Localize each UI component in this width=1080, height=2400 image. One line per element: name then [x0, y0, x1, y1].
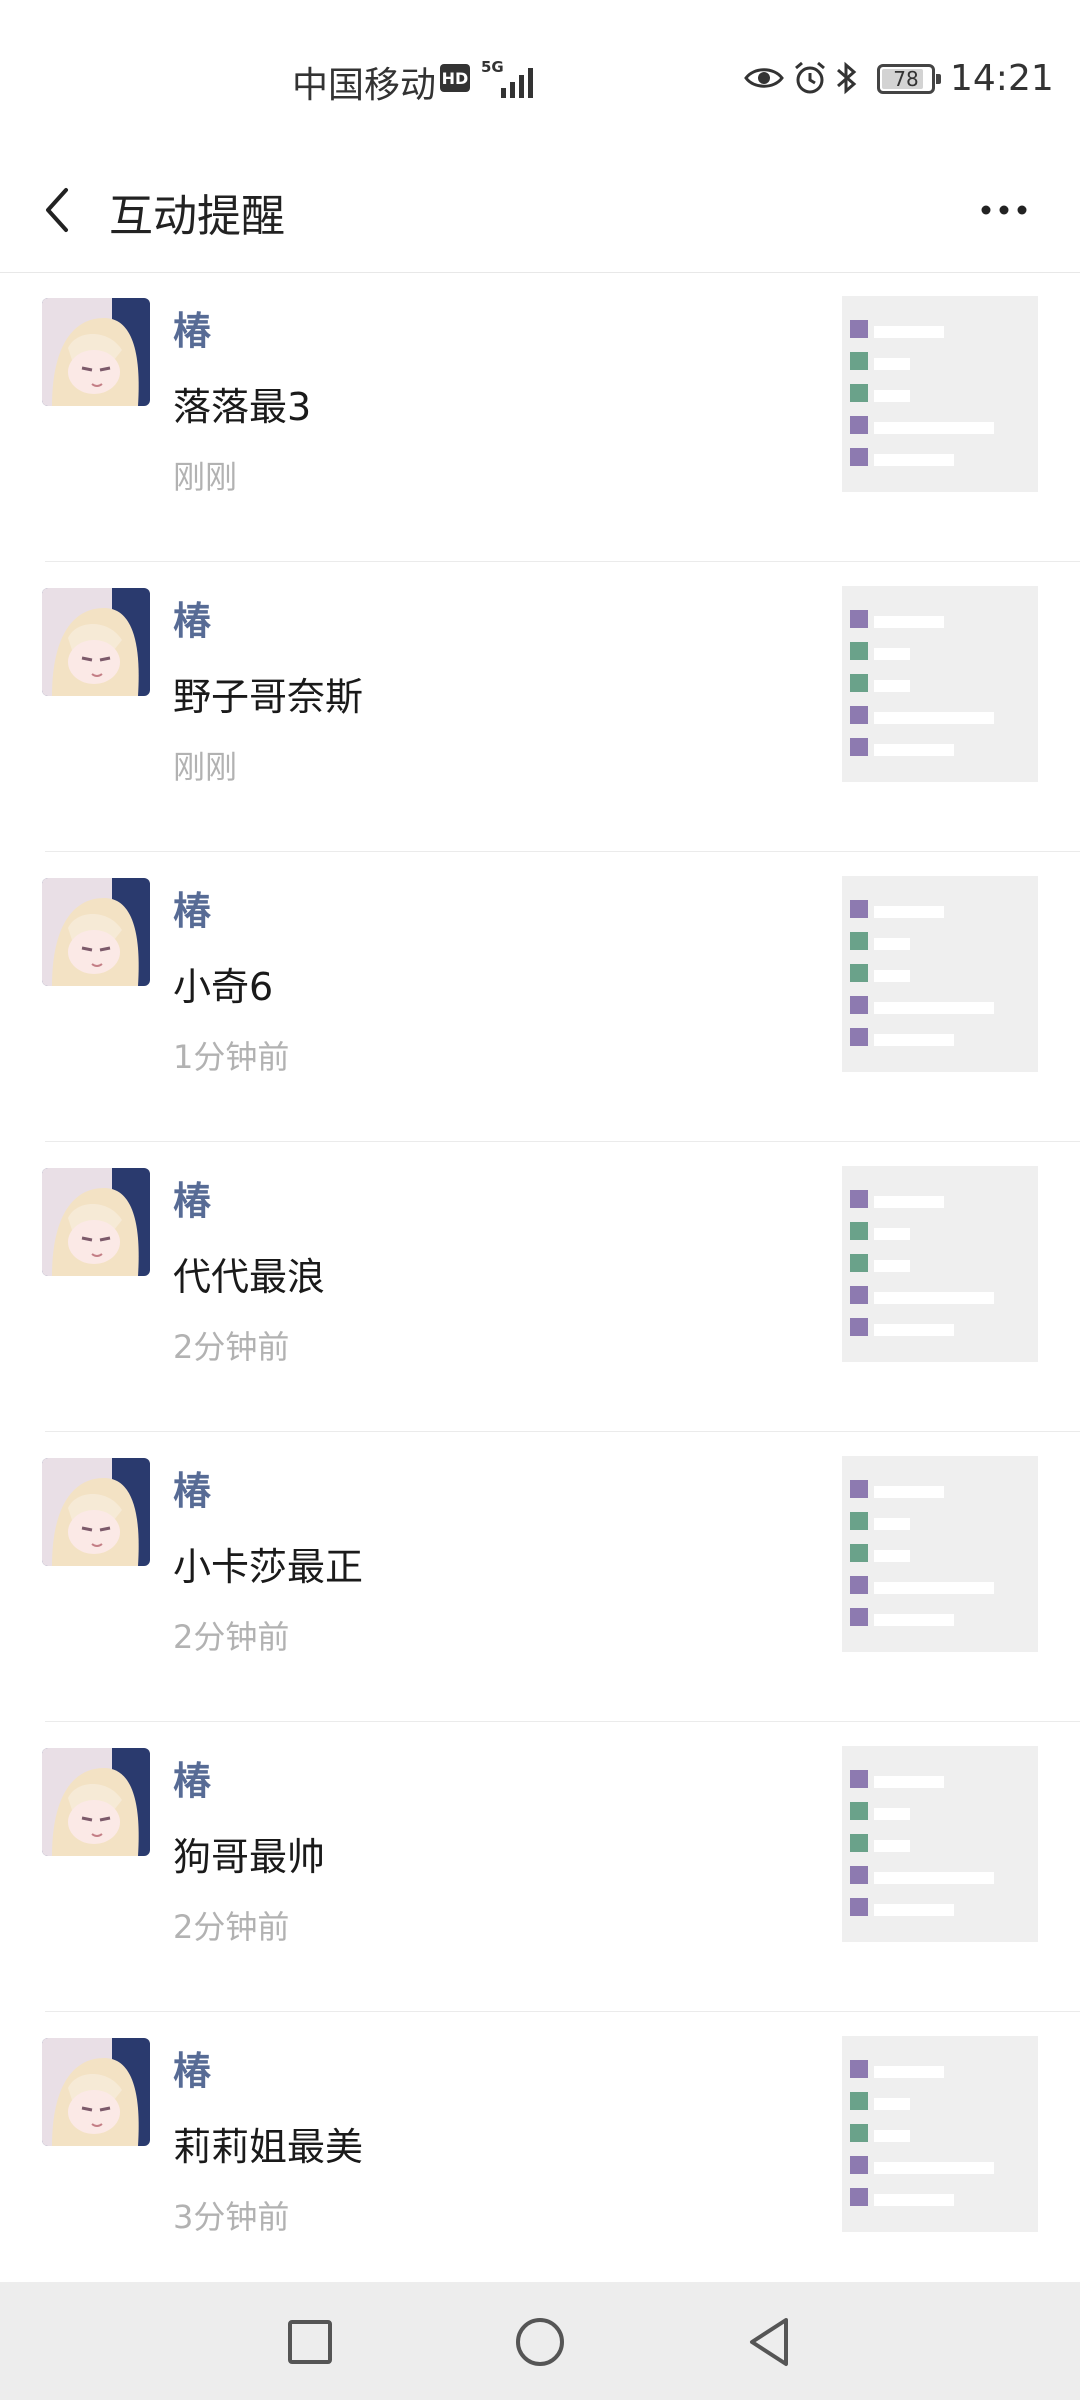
page-title: 互动提醒: [109, 191, 285, 242]
battery-icon: 78: [877, 64, 941, 94]
list-item[interactable]: 椿 落落最3 刚刚: [0, 272, 1080, 562]
square-icon[interactable]: [280, 2312, 340, 2372]
post-thumbnail[interactable]: [842, 1166, 1038, 1362]
timestamp: 刚刚: [173, 748, 238, 786]
timestamp: 3分钟前: [173, 2198, 290, 2236]
list-item[interactable]: 椿 野子哥奈斯 刚刚: [0, 562, 1080, 852]
comment-text: 小卡莎最正: [173, 1545, 364, 1589]
timestamp: 1分钟前: [173, 1038, 290, 1076]
comment-text: 莉莉姐最美: [173, 2125, 364, 2169]
timestamp: 2分钟前: [173, 1908, 290, 1946]
avatar[interactable]: [42, 1458, 150, 1566]
signal-icon: 5G: [481, 58, 539, 98]
list-item[interactable]: 椿 代代最浪 2分钟前: [0, 1142, 1080, 1432]
alarm-icon: [792, 56, 828, 100]
comment-text: 狗哥最帅: [173, 1835, 326, 1879]
user-name[interactable]: 椿: [173, 1460, 211, 1515]
user-name[interactable]: 椿: [173, 2040, 211, 2095]
triangle-back-icon[interactable]: [740, 2312, 800, 2372]
title-bar: 互动提醒: [0, 160, 1080, 273]
user-name[interactable]: 椿: [173, 1170, 211, 1225]
list-item[interactable]: 椿 小奇6 1分钟前: [0, 852, 1080, 1142]
post-thumbnail[interactable]: [842, 876, 1038, 1072]
timestamp: 2分钟前: [173, 1328, 290, 1366]
post-thumbnail[interactable]: [842, 1456, 1038, 1652]
avatar[interactable]: [42, 1168, 150, 1276]
post-thumbnail[interactable]: [842, 1746, 1038, 1942]
avatar[interactable]: [42, 878, 150, 986]
eye-icon: [744, 56, 784, 100]
bluetooth-icon: [834, 56, 860, 100]
post-thumbnail[interactable]: [842, 586, 1038, 782]
user-name[interactable]: 椿: [173, 590, 211, 645]
post-thumbnail[interactable]: [842, 2036, 1038, 2232]
circle-icon[interactable]: [510, 2312, 570, 2372]
post-thumbnail[interactable]: [842, 296, 1038, 492]
comment-text: 落落最3: [173, 385, 312, 429]
clock: 14:21: [950, 58, 1054, 99]
list-item[interactable]: 椿 狗哥最帅 2分钟前: [0, 1722, 1080, 2012]
timestamp: 刚刚: [173, 458, 238, 496]
notification-list: 椿 落落最3 刚刚 椿 野子哥奈斯 刚刚 椿 小奇6 1分钟前 椿 代代最浪 2…: [0, 272, 1080, 2302]
hd-icon: HD: [440, 64, 470, 92]
user-name[interactable]: 椿: [173, 880, 211, 935]
more-dots-icon[interactable]: [976, 190, 1036, 230]
avatar[interactable]: [42, 2038, 150, 2146]
chevron-left-icon[interactable]: [28, 178, 92, 242]
user-name[interactable]: 椿: [173, 300, 211, 355]
user-name[interactable]: 椿: [173, 1750, 211, 1805]
list-item[interactable]: 椿 莉莉姐最美 3分钟前: [0, 2012, 1080, 2302]
carrier-label: 中国移动: [292, 65, 437, 106]
avatar[interactable]: [42, 298, 150, 406]
system-nav-bar: [0, 2282, 1080, 2400]
avatar[interactable]: [42, 1748, 150, 1856]
timestamp: 2分钟前: [173, 1618, 290, 1656]
comment-text: 代代最浪: [173, 1255, 326, 1299]
comment-text: 小奇6: [173, 965, 274, 1009]
status-bar: 中国移动 HD 5G 78 14:21: [0, 0, 1080, 160]
comment-text: 野子哥奈斯: [173, 675, 364, 719]
avatar[interactable]: [42, 588, 150, 696]
battery-level: 78: [893, 67, 919, 91]
list-item[interactable]: 椿 小卡莎最正 2分钟前: [0, 1432, 1080, 1722]
